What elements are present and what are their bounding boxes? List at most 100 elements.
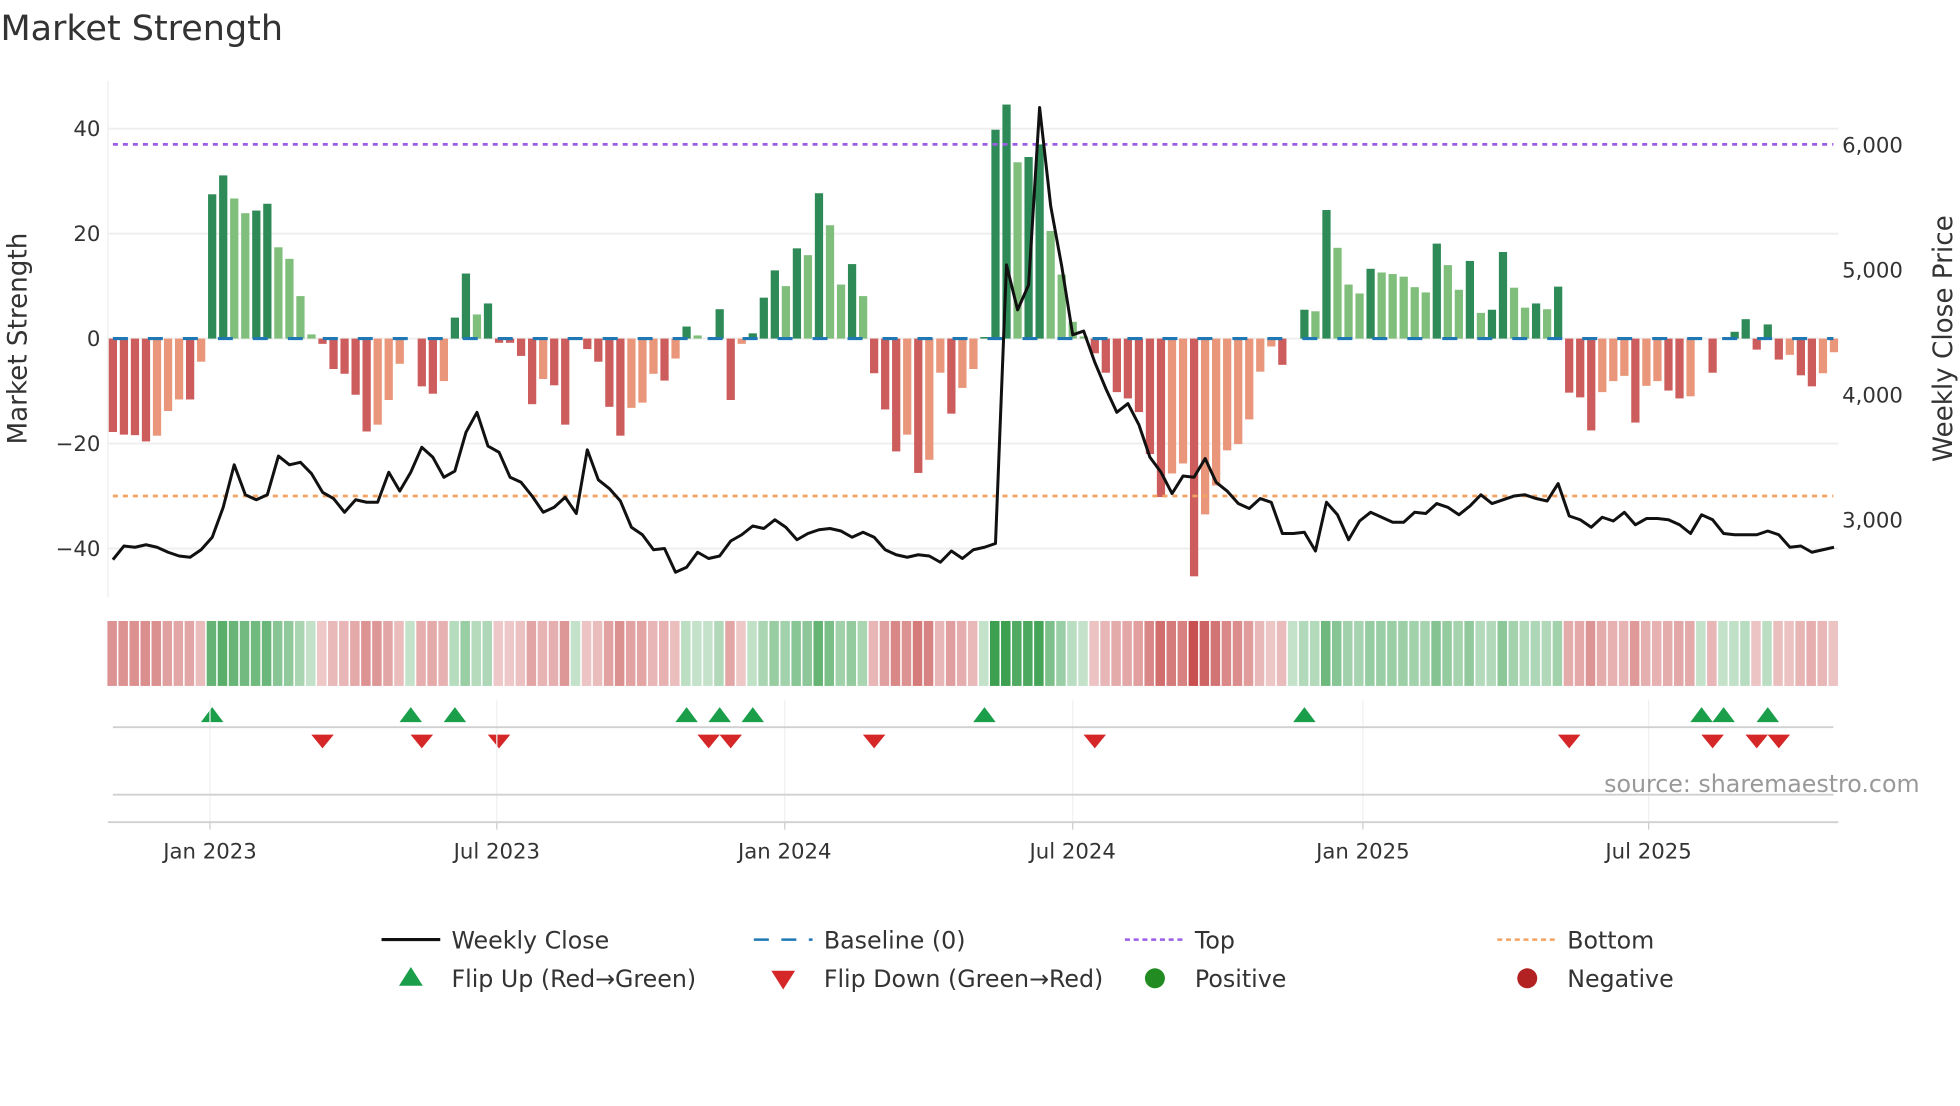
strip-cell — [1320, 620, 1331, 686]
strip-cell — [317, 620, 327, 686]
strip-cell — [1552, 620, 1563, 686]
strength-bar — [1818, 338, 1828, 374]
strength-bar — [616, 338, 625, 436]
strength-bar — [693, 335, 702, 339]
strength-bar — [528, 338, 537, 405]
strength-bar — [914, 338, 923, 473]
legend-label: Top — [1194, 926, 1235, 954]
strip-cell — [570, 620, 581, 686]
strip-cell — [647, 620, 658, 686]
legend-label: Bottom — [1567, 926, 1654, 954]
strip-cell — [670, 620, 680, 686]
strength-bar — [1145, 338, 1155, 455]
strength-bar — [1388, 274, 1397, 339]
strength-bar — [1476, 312, 1486, 339]
legend-item-flip_up: Flip Up (Red→Green) — [399, 965, 696, 993]
strip-cell — [1155, 620, 1165, 686]
strength-bar — [108, 338, 118, 433]
strength-bar — [472, 314, 482, 339]
strength-bar — [892, 338, 901, 452]
strength-bar — [1620, 338, 1629, 376]
circle-icon — [1517, 968, 1538, 989]
strength-bar — [1333, 247, 1342, 339]
legend: Weekly Close Baseline (0) Top Bottom Flip Up… — [381, 926, 1674, 993]
strip-cell — [1784, 620, 1794, 686]
strip-cell — [471, 620, 481, 686]
strength-bar — [1112, 338, 1121, 393]
strip-cell — [1762, 620, 1772, 686]
strength-bar — [1200, 338, 1210, 515]
strip-cell — [1431, 620, 1441, 686]
strip-cell — [129, 620, 139, 686]
legend-label: Flip Up (Red→Green) — [451, 965, 696, 993]
strip-cell — [1298, 620, 1309, 686]
strip-cell — [1034, 620, 1044, 686]
strip-cell — [614, 620, 625, 686]
strip-cell — [1618, 620, 1629, 686]
strength-bar — [726, 338, 735, 400]
strength-bar — [241, 213, 250, 339]
strength-bar — [1300, 309, 1309, 339]
strength-bar — [715, 309, 724, 339]
strip-cell — [846, 620, 857, 686]
strength-bar — [1774, 338, 1783, 360]
strip-cell — [692, 620, 702, 686]
strength-bar — [1509, 287, 1519, 339]
strip-cell — [1133, 620, 1143, 686]
strip-cell — [1067, 620, 1077, 686]
y-tick-labels: 40 20 0 −20 −40 — [56, 117, 101, 562]
strip-cell — [1398, 620, 1408, 686]
strength-bar — [781, 286, 790, 339]
y2-tick-label: 6,000 — [1842, 133, 1903, 158]
strength-bar — [1013, 162, 1022, 339]
strip-cell — [758, 620, 768, 686]
x-tick-label: Jan 2024 — [736, 839, 832, 864]
strength-bar — [307, 334, 316, 339]
strip-cell — [515, 620, 526, 686]
legend-item-negative: Negative — [1517, 965, 1674, 993]
strength-bar — [1796, 338, 1805, 376]
y2-axis-label: Weekly Close Price — [1929, 215, 1959, 462]
strength-bar — [1542, 309, 1552, 339]
market-strength-chart: Market Strength Market Strength Weekly C… — [0, 9, 1959, 993]
strength-bar — [516, 338, 526, 356]
strip-cell — [1651, 620, 1662, 686]
strip-cell — [912, 620, 923, 686]
strip-cell — [978, 620, 989, 686]
strip-cell — [394, 620, 404, 686]
strip-cell — [1662, 620, 1673, 686]
strip-cell — [504, 620, 515, 686]
strength-bar — [1598, 338, 1607, 393]
strip-cell — [1795, 620, 1805, 686]
strength-bar — [1686, 338, 1695, 397]
strip-cell — [1100, 620, 1110, 686]
strip-cell — [659, 620, 669, 686]
strength-bar — [803, 255, 813, 339]
strength-bar — [1223, 338, 1232, 451]
strip-cell — [1199, 620, 1210, 686]
strip-cell — [195, 620, 206, 686]
flip-down-marker — [697, 734, 720, 749]
strip-cell — [1012, 620, 1022, 686]
strip-cell — [1563, 620, 1574, 686]
strip-cell — [857, 620, 868, 686]
strip-cell — [1387, 620, 1397, 686]
strength-bar — [1234, 338, 1243, 445]
strength-bar — [1807, 338, 1817, 387]
legend-item-top: Top — [1124, 926, 1235, 954]
flip-down-marker — [1557, 734, 1581, 749]
strength-bar — [130, 338, 140, 436]
strip-cell — [1254, 620, 1265, 686]
strength-bar — [1675, 338, 1684, 399]
flip-up-marker — [1756, 707, 1780, 723]
strip-cell — [581, 620, 592, 686]
strength-bar — [1134, 338, 1144, 413]
legend-label: Weekly Close — [451, 926, 609, 954]
strength-bar — [252, 210, 261, 339]
strip-cell — [1309, 620, 1320, 686]
strength-bar — [1443, 265, 1452, 339]
legend-item-line: Weekly Close — [381, 926, 609, 954]
strip-cell — [1409, 620, 1419, 686]
strength-bar — [1256, 338, 1265, 372]
strength-bar — [1046, 231, 1055, 339]
